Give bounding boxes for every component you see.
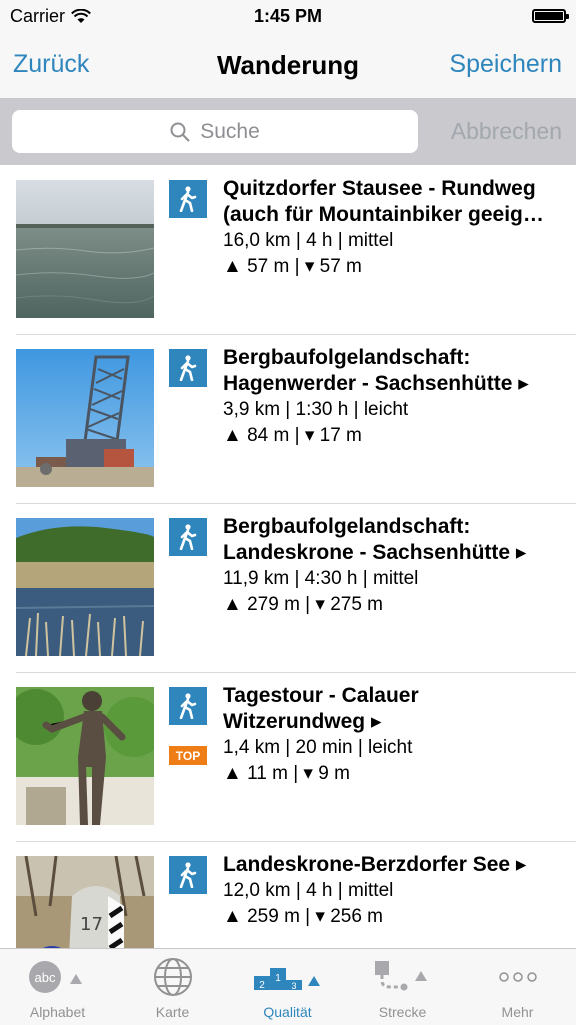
list-item[interactable]: Bergbaufolgelandschaft: Hagenwerder - Sa…: [0, 335, 576, 504]
clock: 1:45 PM: [253, 6, 323, 26]
search-icon: [170, 122, 190, 142]
tab-label: Strecke: [378, 1004, 427, 1020]
podium-icon: 2 1 3: [230, 957, 345, 997]
tour-info: Quitzdorfer Stausee - Rundweg (auch für …: [223, 176, 569, 280]
tour-info: Bergbaufolgelandschaft: Landeskrone - Sa…: [223, 514, 569, 618]
hiking-icon: [169, 518, 207, 556]
list-item[interactable]: TOP Tagestour - Calauer Witzerundweg ▸ 1…: [0, 673, 576, 842]
tour-info: Landeskrone-Berzdorfer See ▸ 12,0 km | 4…: [223, 852, 569, 930]
tab-label: Mehr: [501, 1004, 534, 1020]
list-item[interactable]: Bergbaufolgelandschaft: Landeskrone - Sa…: [0, 504, 576, 673]
tour-title-line1: Landeskrone-Berzdorfer See ▸: [223, 853, 527, 876]
tour-title-line2: Witzerundweg ▸: [223, 710, 382, 733]
tour-stats: 12,0 km | 4 h | mittel: [223, 880, 394, 901]
svg-text:1: 1: [275, 973, 281, 984]
tour-title-line1: Bergbaufolgelandschaft:: [223, 515, 471, 538]
tab-strecke[interactable]: Strecke: [345, 949, 460, 1025]
tab-qualitaet[interactable]: 2 1 3 Qualität: [230, 949, 345, 1025]
tour-photo-excavator: [16, 349, 154, 487]
save-button[interactable]: Speichern: [449, 50, 562, 79]
search-input[interactable]: Suche: [12, 110, 418, 153]
tab-label: Karte: [155, 1004, 190, 1020]
navigation-bar: Zurück Wanderung Speichern: [0, 34, 576, 99]
globe-icon: [115, 957, 230, 997]
svg-text:abc: abc: [34, 970, 55, 985]
list-item[interactable]: Quitzdorfer Stausee - Rundweg (auch für …: [0, 166, 576, 335]
tour-stats: 1,4 km | 20 min | leicht: [223, 737, 413, 758]
hiking-icon: [169, 349, 207, 387]
status-bar: Carrier 1:45 PM: [0, 0, 576, 34]
tour-photo-lake: [16, 180, 154, 318]
tour-title-line2: (auch für Mountainbiker geeig…: [223, 203, 544, 226]
tour-elevation: ▲ 84 m | ▾ 17 m: [223, 425, 362, 446]
search-bar: Suche Abbrechen: [0, 99, 576, 165]
hiking-icon: [169, 856, 207, 894]
tour-stats: 11,9 km | 4:30 h | mittel: [223, 568, 419, 589]
svg-text:17: 17: [80, 914, 103, 935]
svg-text:2: 2: [259, 980, 265, 991]
tab-mehr[interactable]: Mehr: [460, 949, 575, 1025]
tab-label: Alphabet: [29, 1004, 86, 1020]
tab-karte[interactable]: Karte: [115, 949, 230, 1025]
tour-title-line1: Quitzdorfer Stausee - Rundweg: [223, 177, 536, 200]
list-item[interactable]: 17 Landeskrone-Berzdorfer See ▸ 12,0 km …: [0, 842, 576, 948]
cancel-button[interactable]: Abbrechen: [451, 118, 562, 145]
tour-info: Bergbaufolgelandschaft: Hagenwerder - Sa…: [223, 345, 569, 449]
tour-title-line1: Tagestour - Calauer: [223, 684, 419, 707]
more-icon: [460, 957, 575, 997]
hiking-icon: [169, 687, 207, 725]
hiking-icon: [169, 180, 207, 218]
tour-elevation: ▲ 11 m | ▾ 9 m: [223, 763, 350, 784]
tour-title-line1: Bergbaufolgelandschaft:: [223, 346, 471, 369]
abc-sort-icon: abc: [0, 957, 115, 997]
tour-elevation: ▲ 279 m | ▾ 275 m: [223, 594, 384, 615]
tour-photo-milestone: 17: [16, 856, 154, 948]
tab-label: Qualität: [263, 1004, 312, 1020]
tour-list[interactable]: Quitzdorfer Stausee - Rundweg (auch für …: [0, 166, 576, 948]
svg-text:3: 3: [291, 981, 296, 991]
tour-info: Tagestour - Calauer Witzerundweg ▸ 1,4 k…: [223, 683, 569, 787]
tab-bar: abc Alphabet Karte 2 1 3 Qualität Streck…: [0, 948, 576, 1025]
tour-elevation: ▲ 57 m | ▾ 57 m: [223, 256, 362, 277]
tab-alphabet[interactable]: abc Alphabet: [0, 949, 115, 1025]
battery-icon: [532, 9, 569, 23]
tour-photo-hill: [16, 518, 154, 656]
tour-title-line2: Landeskrone - Sachsenhütte ▸: [223, 541, 527, 564]
tour-elevation: ▲ 259 m | ▾ 256 m: [223, 906, 384, 927]
search-placeholder: Suche: [200, 119, 260, 143]
route-icon: [345, 957, 460, 997]
tour-photo-statue: [16, 687, 154, 825]
tour-title-line2: Hagenwerder - Sachsenhütte ▸: [223, 372, 529, 395]
tour-stats: 16,0 km | 4 h | mittel: [223, 230, 394, 251]
top-badge: TOP: [169, 746, 207, 765]
tour-stats: 3,9 km | 1:30 h | leicht: [223, 399, 409, 420]
